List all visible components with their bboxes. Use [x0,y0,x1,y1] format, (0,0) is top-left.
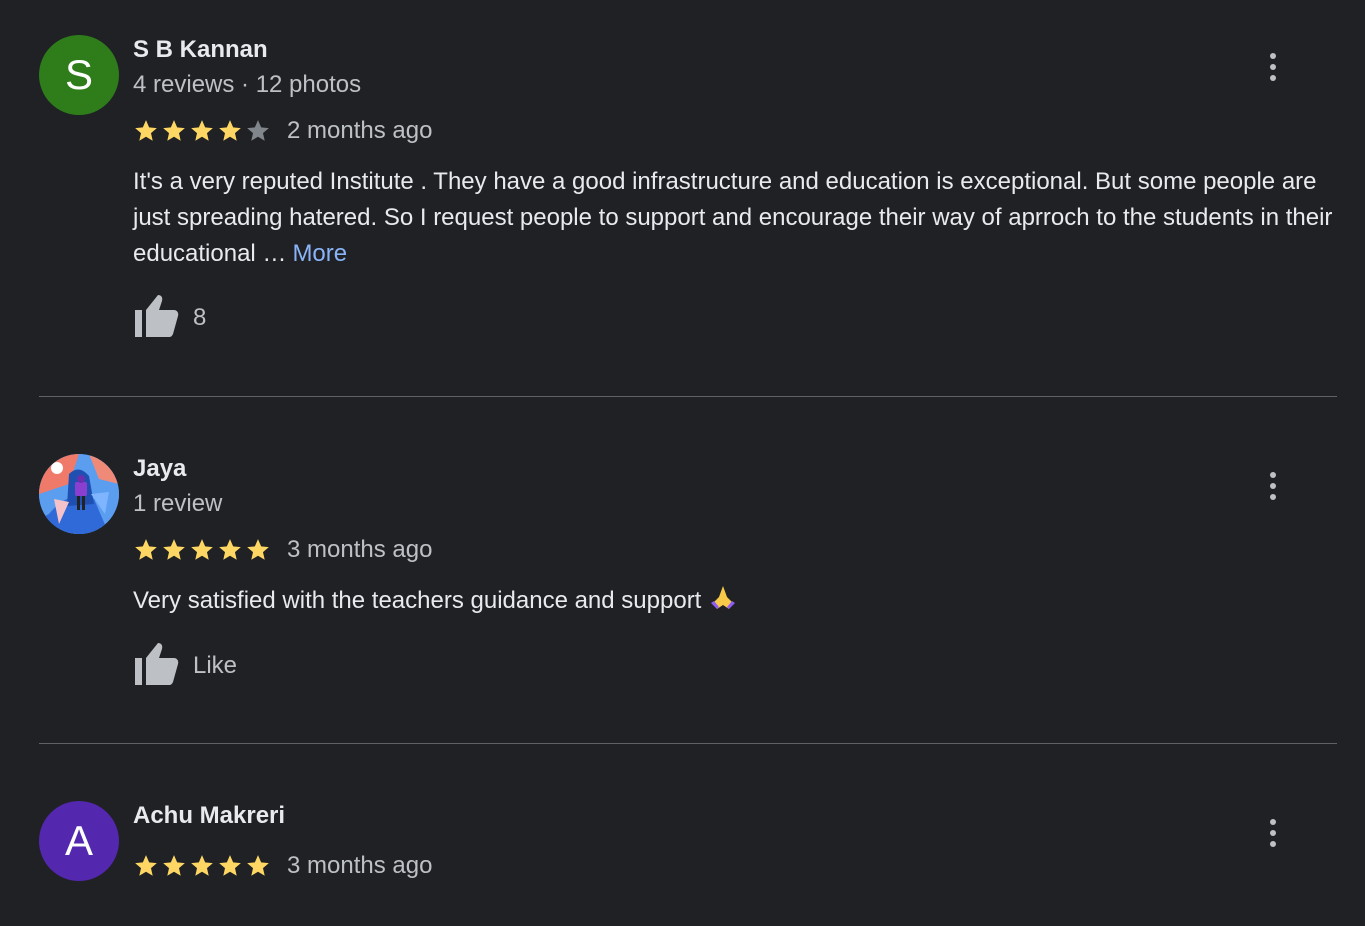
star-filled-icon [135,855,157,876]
star-filled-icon [191,120,213,141]
star-filled-icon [219,539,241,560]
star-filled-icon [247,855,269,876]
star-filled-icon [219,120,241,141]
star-filled-icon [135,539,157,560]
review-time: 3 months ago [287,536,433,563]
star-filled-icon [163,120,185,141]
star-filled-icon [247,539,269,560]
more-options-icon[interactable] [1258,50,1288,84]
folded-hands-icon [709,583,737,622]
star-rating [133,537,271,563]
thumbs-up-icon [133,293,181,344]
avatar[interactable] [39,454,119,534]
star-rating [133,118,271,144]
like-button[interactable]: Like [133,641,238,692]
reviewer-name[interactable]: S B Kannan [133,36,268,64]
review-text: It's a very reputed Institute . They hav… [133,164,1343,272]
divider [39,396,1337,397]
star-filled-icon [135,120,157,141]
review-time: 3 months ago [287,852,433,879]
reviewer-meta: 4 reviews · 12 photos [133,71,362,98]
avatar[interactable]: A [39,801,119,881]
review-text: Very satisfied with the teachers guidanc… [133,583,1343,622]
star-rating [133,853,271,879]
star-filled-icon [163,539,185,560]
rating-row: 2 months ago [133,116,432,146]
more-link[interactable]: More [292,240,347,267]
more-options-icon[interactable] [1258,469,1288,503]
avatar-photo-icon [39,454,119,534]
thumbs-up-icon [133,641,181,692]
like-count: 8 [193,304,207,331]
star-filled-icon [163,855,185,876]
divider [39,743,1337,744]
rating-row: 3 months ago [133,535,432,565]
review-text-body: Very satisfied with the teachers guidanc… [133,587,702,614]
star-filled-icon [191,539,213,560]
reviewer-name[interactable]: Jaya [133,455,186,483]
rating-row: 3 months ago [133,851,432,881]
star-filled-icon [219,855,241,876]
star-empty-icon [247,120,269,141]
more-options-icon[interactable] [1258,816,1288,850]
review-time: 2 months ago [287,117,433,144]
reviewer-name[interactable]: Achu Makreri [133,802,285,830]
like-label: Like [193,652,238,679]
reviewer-meta: 1 review [133,490,223,517]
star-filled-icon [191,855,213,876]
like-button[interactable]: 8 [133,293,207,344]
avatar[interactable]: S [39,35,119,115]
